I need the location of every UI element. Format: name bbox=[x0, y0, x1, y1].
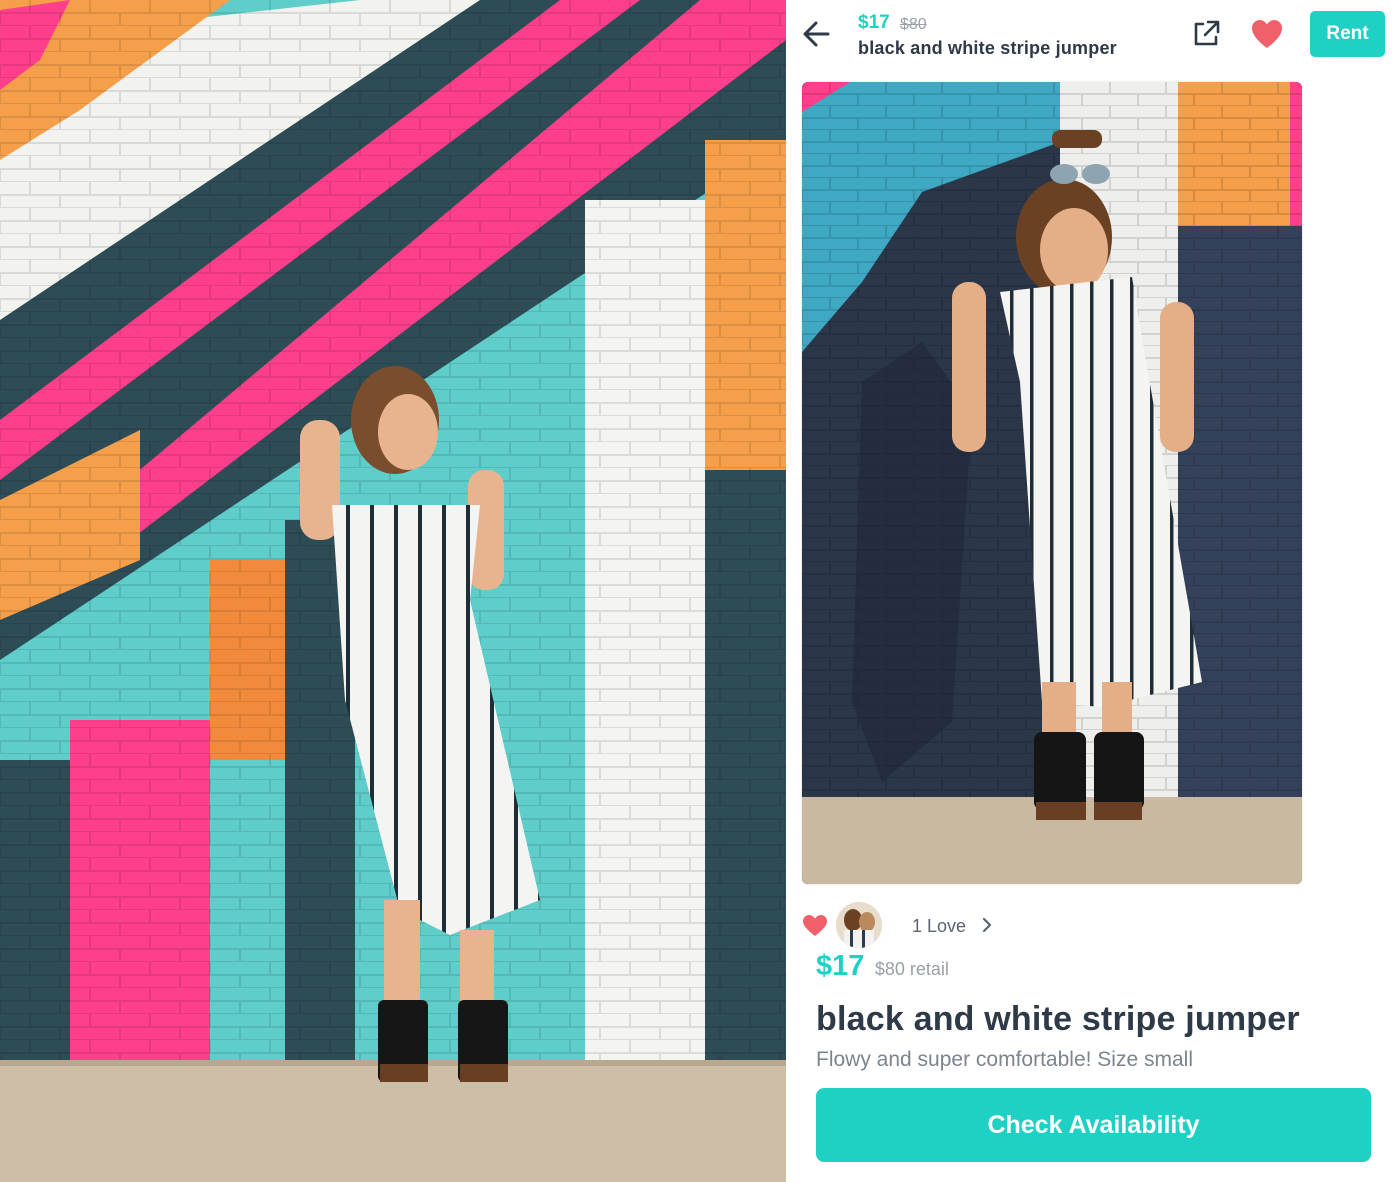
rental-price: $17 bbox=[816, 950, 865, 982]
back-button[interactable] bbox=[798, 14, 838, 54]
favorite-button[interactable] bbox=[1250, 18, 1284, 52]
lifestyle-photo bbox=[0, 0, 786, 1182]
external-share-icon bbox=[1194, 20, 1220, 46]
retail-price: $80 retail bbox=[874, 959, 949, 979]
product-image[interactable] bbox=[802, 82, 1302, 884]
top-bar: $17 $80 black and white stripe jumper Re… bbox=[786, 0, 1400, 72]
header-title: black and white stripe jumper bbox=[858, 38, 1117, 58]
header-retail-price: $80 bbox=[900, 16, 927, 33]
loves-count: 1 Love bbox=[912, 916, 967, 936]
heart-icon bbox=[803, 915, 827, 936]
product-screen: $17 $80 black and white stripe jumper Re… bbox=[786, 0, 1400, 1182]
chevron-right-icon bbox=[982, 917, 992, 933]
share-button[interactable] bbox=[1188, 16, 1224, 52]
item-title: black and white stripe jumper bbox=[816, 1000, 1300, 1038]
price-row: $17 $80 retail bbox=[816, 950, 949, 983]
check-availability-button[interactable]: Check Availability bbox=[816, 1088, 1371, 1162]
header-price: $17 bbox=[858, 12, 890, 33]
item-description: Flowy and super comfortable! Size small bbox=[816, 1048, 1193, 1071]
loves-row[interactable]: 1 Love bbox=[802, 902, 1102, 948]
rent-button[interactable]: Rent bbox=[1310, 11, 1385, 57]
heart-icon bbox=[1252, 20, 1282, 48]
avatar bbox=[836, 902, 882, 948]
arrow-left-icon bbox=[803, 21, 830, 47]
